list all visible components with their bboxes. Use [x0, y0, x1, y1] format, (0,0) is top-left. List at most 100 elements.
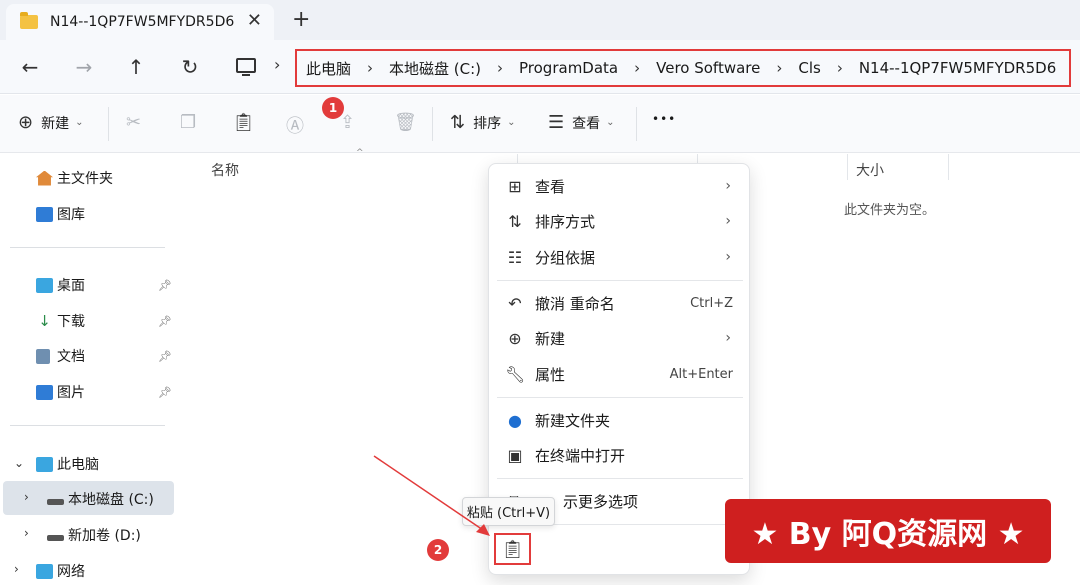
view-lines-icon: ☰: [548, 112, 565, 133]
forward-button[interactable]: →: [70, 54, 98, 80]
computer-icon: [36, 456, 53, 472]
chevron-right-icon[interactable]: ›: [837, 59, 843, 77]
sidebar-item-pictures[interactable]: 图片: [36, 382, 85, 402]
menu-item-view[interactable]: ⊞ 查看 ›: [489, 169, 749, 203]
sidebar-item-home[interactable]: 主文件夹: [36, 168, 113, 188]
chevron-down-icon[interactable]: ⌄: [14, 456, 24, 470]
pin-icon[interactable]: 📌︎: [158, 315, 172, 328]
close-icon[interactable]: ✕: [247, 10, 262, 31]
breadcrumb[interactable]: 此电脑 › 本地磁盘 (C:) › ProgramData › Vero Sof…: [295, 49, 1071, 87]
sidebar-item-documents[interactable]: 文档: [36, 346, 85, 366]
chevron-down-icon: ⌄: [606, 117, 615, 128]
step-badge-2: 2: [427, 539, 449, 561]
view-button[interactable]: ☰ 查看 ⌄: [548, 112, 615, 133]
menu-item-label: 属性: [535, 365, 566, 384]
view-button-label: 查看: [572, 115, 601, 132]
tab-title: N14--1QP7FW5MFYDR5D6: [50, 14, 235, 30]
chevron-right-icon[interactable]: ›: [367, 59, 373, 77]
menu-item-label: 示更多选项: [563, 492, 639, 511]
chevron-right-icon[interactable]: ›: [634, 59, 640, 77]
new-tab-button[interactable]: +: [292, 7, 310, 32]
empty-folder-message: 此文件夹为空。: [844, 203, 936, 218]
refresh-button[interactable]: ↻: [176, 54, 204, 80]
breadcrumb-cls[interactable]: Cls: [798, 59, 820, 77]
menu-item-properties[interactable]: 🔧︎ 属性 Alt+Enter: [489, 357, 749, 391]
sidebar-item-label: 图片: [57, 385, 85, 401]
menu-item-label: 新建: [535, 329, 566, 348]
terminal-icon: ▣: [507, 445, 523, 465]
menu-divider: [497, 397, 743, 398]
chevron-right-icon: ›: [725, 178, 731, 194]
chevron-right-icon[interactable]: ›: [776, 59, 782, 77]
group-list-icon: ☷: [507, 247, 523, 267]
back-button[interactable]: ←: [16, 54, 44, 80]
undo-icon: ↶: [508, 293, 522, 313]
paste-icon: 📋︎: [501, 538, 524, 560]
menu-item-new[interactable]: ⊕ 新建 ›: [489, 321, 749, 355]
chevron-right-icon: ›: [725, 213, 731, 229]
cut-icon[interactable]: ✂: [126, 112, 141, 133]
plus-circle-icon: ⊕: [508, 328, 522, 348]
menu-item-open-terminal[interactable]: ▣ 在终端中打开: [489, 438, 749, 472]
more-options-button[interactable]: •••: [652, 112, 676, 126]
sidebar-item-drive-c[interactable]: 本地磁盘 (C:): [47, 489, 154, 509]
sidebar-item-network[interactable]: 网络: [36, 561, 85, 581]
pin-icon[interactable]: 📌︎: [158, 386, 172, 399]
sidebar-divider: [10, 425, 165, 426]
menu-divider: [497, 280, 743, 281]
sidebar-item-gallery[interactable]: 图库: [36, 204, 85, 224]
monitor-icon[interactable]: [236, 58, 256, 76]
breadcrumb-drive-c[interactable]: 本地磁盘 (C:): [389, 58, 481, 79]
download-icon: ↓: [38, 311, 51, 330]
navigation-pane: 主文件夹 图库 桌面 📌︎ ↓ 下载 📌︎ 文档 📌︎ 图片 📌︎ ⌄ 此电脑 …: [0, 154, 180, 585]
menu-item-new-folder[interactable]: ● 新建文件夹: [489, 403, 749, 437]
menu-item-sort[interactable]: ⇅ 排序方式 ›: [489, 204, 749, 238]
sidebar-item-downloads[interactable]: ↓ 下载: [36, 311, 85, 331]
share-icon[interactable]: ⇪: [340, 112, 355, 133]
sort-button[interactable]: ⇅ 排序 ⌄: [450, 112, 515, 133]
chevron-right-icon[interactable]: ›: [24, 490, 29, 504]
paste-icon[interactable]: 📋︎: [232, 112, 255, 133]
sidebar-item-label: 文档: [57, 349, 85, 365]
pictures-icon: [36, 384, 53, 400]
sidebar-item-desktop[interactable]: 桌面: [36, 275, 85, 295]
pin-icon[interactable]: 📌︎: [158, 279, 172, 292]
column-divider[interactable]: [948, 154, 949, 180]
tab-current-folder[interactable]: N14--1QP7FW5MFYDR5D6 ✕: [6, 4, 274, 40]
rename-icon[interactable]: Ⓐ: [286, 112, 304, 138]
sort-icon: ⇅: [450, 112, 466, 133]
copy-icon[interactable]: ❐: [180, 112, 196, 133]
new-button[interactable]: ⊕ 新建 ⌄: [18, 112, 83, 133]
sidebar-item-label: 下载: [57, 314, 85, 330]
tab-bar: N14--1QP7FW5MFYDR5D6 ✕ +: [0, 0, 1080, 40]
menu-item-undo-rename[interactable]: ↶ 撤消 重命名 Ctrl+Z: [489, 286, 749, 320]
menu-item-label: 撤消 重命名: [535, 294, 615, 313]
chevron-right-icon[interactable]: ›: [274, 55, 280, 74]
chevron-down-icon: ⌄: [507, 117, 516, 128]
network-icon: [36, 563, 53, 579]
sort-button-label: 排序: [473, 115, 502, 132]
breadcrumb-programdata[interactable]: ProgramData: [519, 59, 618, 77]
delete-icon[interactable]: 🗑︎: [394, 112, 417, 133]
menu-item-label: 排序方式: [535, 212, 596, 231]
chevron-right-icon[interactable]: ›: [497, 59, 503, 77]
column-divider[interactable]: [847, 154, 848, 180]
sidebar-item-this-pc[interactable]: 此电脑: [36, 454, 99, 474]
column-header-name[interactable]: 名称: [211, 160, 239, 180]
sidebar-item-label: 桌面: [57, 278, 85, 294]
grid-icon: ⊞: [508, 176, 522, 196]
chevron-right-icon[interactable]: ›: [24, 526, 29, 540]
menu-divider: [497, 478, 743, 479]
sidebar-divider: [10, 247, 165, 248]
menu-item-label: 在终端中打开: [535, 446, 626, 465]
menu-item-group[interactable]: ☷ 分组依据 ›: [489, 240, 749, 274]
column-header-size[interactable]: 大小: [856, 160, 884, 180]
pin-icon[interactable]: 📌︎: [158, 350, 172, 363]
up-button[interactable]: ↑: [122, 54, 150, 80]
drive-icon: [47, 535, 64, 541]
breadcrumb-current-folder[interactable]: N14--1QP7FW5MFYDR5D6: [859, 59, 1056, 77]
breadcrumb-vero-software[interactable]: Vero Software: [656, 59, 760, 77]
sidebar-item-drive-d[interactable]: 新加卷 (D:): [47, 525, 141, 545]
chevron-right-icon[interactable]: ›: [14, 562, 19, 576]
breadcrumb-this-pc[interactable]: 此电脑: [306, 58, 351, 79]
